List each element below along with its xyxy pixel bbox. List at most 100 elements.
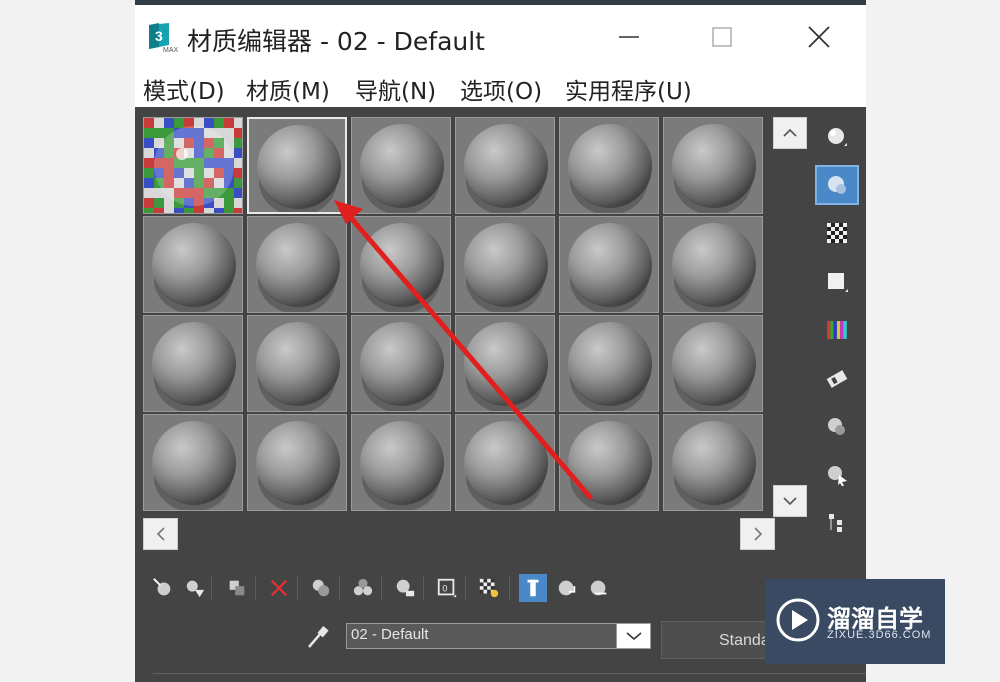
material-sample-slot[interactable] bbox=[559, 117, 659, 214]
material-sample-slot[interactable] bbox=[663, 216, 763, 313]
material-sphere-preview bbox=[257, 125, 341, 212]
material-options-button[interactable] bbox=[815, 407, 859, 447]
sample-uv-tiling-button[interactable] bbox=[815, 262, 859, 302]
chevron-up-icon bbox=[783, 128, 797, 137]
material-sample-slot[interactable] bbox=[663, 315, 763, 412]
toolbar-separator bbox=[423, 576, 424, 600]
menu-mode[interactable]: 模式(D) bbox=[143, 72, 225, 106]
watermark-badge: 溜溜自学 ZIXUE.3D66.COM bbox=[765, 579, 945, 664]
chevron-right-icon bbox=[753, 527, 762, 541]
copy-material-button[interactable] bbox=[307, 574, 335, 602]
svg-text:0: 0 bbox=[442, 584, 447, 594]
background-checker-icon bbox=[827, 223, 847, 243]
material-name-dropdown[interactable] bbox=[616, 623, 651, 649]
material-map-navigator-icon bbox=[829, 514, 842, 532]
go-to-parent-button[interactable] bbox=[553, 574, 581, 602]
side-toolbar bbox=[815, 117, 859, 547]
assign-to-selection-button[interactable] bbox=[223, 574, 251, 602]
menu-options[interactable]: 选项(O) bbox=[460, 72, 542, 106]
material-sample-slot[interactable] bbox=[247, 117, 347, 214]
backlight-button[interactable] bbox=[815, 165, 859, 205]
close-button[interactable] bbox=[791, 17, 847, 57]
sample-type-icon bbox=[828, 128, 847, 146]
svg-text:3: 3 bbox=[155, 28, 163, 44]
menu-navigation[interactable]: 导航(N) bbox=[355, 72, 436, 106]
show-end-result-button[interactable] bbox=[519, 574, 547, 602]
material-sample-slot[interactable] bbox=[143, 117, 243, 214]
material-sample-slot[interactable] bbox=[455, 117, 555, 214]
close-icon bbox=[808, 26, 830, 48]
material-options-icon bbox=[828, 418, 845, 435]
sample-uv-tiling-icon bbox=[828, 273, 848, 292]
scroll-left-button[interactable] bbox=[143, 518, 178, 550]
material-sphere-preview bbox=[256, 322, 340, 411]
material-sample-slot[interactable] bbox=[559, 216, 659, 313]
assign-to-selection-icon bbox=[229, 580, 245, 596]
material-map-navigator-button[interactable] bbox=[815, 503, 859, 543]
scroll-down-button[interactable] bbox=[773, 485, 807, 517]
material-sphere-preview bbox=[464, 421, 548, 510]
go-to-parent-icon bbox=[558, 580, 576, 596]
toolbar-separator bbox=[381, 576, 382, 600]
chevron-down-icon bbox=[625, 632, 642, 641]
material-sample-slot[interactable] bbox=[351, 414, 451, 511]
put-to-library-button[interactable] bbox=[391, 574, 419, 602]
material-sample-slot[interactable] bbox=[663, 117, 763, 214]
material-sample-slot[interactable] bbox=[351, 216, 451, 313]
material-sample-slot[interactable] bbox=[143, 216, 243, 313]
material-sample-slot[interactable] bbox=[559, 315, 659, 412]
material-sphere-preview bbox=[464, 223, 548, 312]
reset-map-icon bbox=[270, 579, 288, 597]
material-sample-slot[interactable] bbox=[247, 315, 347, 412]
go-forward-sibling-button[interactable] bbox=[585, 574, 613, 602]
material-sample-slot[interactable] bbox=[559, 414, 659, 511]
reset-map-button[interactable] bbox=[265, 574, 293, 602]
make-preview-icon bbox=[826, 370, 848, 388]
get-material-button[interactable] bbox=[149, 574, 177, 602]
material-sample-slot[interactable] bbox=[143, 315, 243, 412]
maximize-button[interactable] bbox=[694, 17, 750, 57]
material-editor-window: 3 MAX 材质编辑器 - 02 - Default 模式(D) 材质(M) 导… bbox=[135, 0, 866, 682]
material-sample-slot[interactable] bbox=[247, 414, 347, 511]
menu-utilities[interactable]: 实用程序(U) bbox=[565, 72, 692, 106]
background-checker-button[interactable] bbox=[815, 213, 859, 253]
material-sample-slot[interactable] bbox=[247, 216, 347, 313]
material-sample-slot[interactable] bbox=[455, 216, 555, 313]
select-by-material-button[interactable] bbox=[815, 455, 859, 495]
put-to-scene-button[interactable] bbox=[181, 574, 209, 602]
material-sample-slot[interactable] bbox=[351, 315, 451, 412]
scroll-right-button[interactable] bbox=[740, 518, 775, 550]
video-color-check-button[interactable] bbox=[815, 310, 859, 350]
toolbar-separator bbox=[465, 576, 466, 600]
material-sample-slot[interactable] bbox=[351, 117, 451, 214]
pick-material-button[interactable] bbox=[305, 623, 331, 651]
material-sample-slot[interactable] bbox=[455, 315, 555, 412]
make-preview-button[interactable] bbox=[815, 359, 859, 399]
eyedropper-icon bbox=[308, 626, 329, 648]
material-sphere-preview bbox=[256, 421, 340, 510]
material-sphere-preview bbox=[568, 223, 652, 312]
material-sphere-preview bbox=[672, 421, 756, 510]
material-sphere-preview bbox=[256, 223, 340, 312]
material-id-channel-button[interactable]: 0 bbox=[433, 574, 461, 602]
put-to-library-icon bbox=[396, 579, 415, 597]
material-sphere-preview bbox=[672, 124, 756, 213]
window-title: 材质编辑器 - 02 - Default bbox=[187, 27, 485, 56]
chevron-down-icon bbox=[783, 497, 797, 506]
make-unique-button[interactable] bbox=[349, 574, 377, 602]
material-sample-slot[interactable] bbox=[455, 414, 555, 511]
menu-material[interactable]: 材质(M) bbox=[246, 72, 330, 106]
material-name-row: 02 - Default Standa bbox=[135, 617, 866, 659]
minimize-button[interactable] bbox=[601, 17, 657, 57]
material-id-channel-icon: 0 bbox=[437, 578, 457, 598]
material-name-field[interactable]: 02 - Default bbox=[346, 623, 651, 649]
copy-material-icon bbox=[312, 579, 330, 597]
get-material-icon bbox=[153, 578, 171, 596]
show-map-in-viewport-button[interactable] bbox=[475, 574, 503, 602]
sample-type-button[interactable] bbox=[815, 117, 859, 157]
material-sample-slot[interactable] bbox=[663, 414, 763, 511]
material-sample-slot[interactable] bbox=[143, 414, 243, 511]
toolbar-separator bbox=[255, 576, 256, 600]
scroll-up-button[interactable] bbox=[773, 117, 807, 149]
material-sphere-preview bbox=[568, 421, 652, 510]
